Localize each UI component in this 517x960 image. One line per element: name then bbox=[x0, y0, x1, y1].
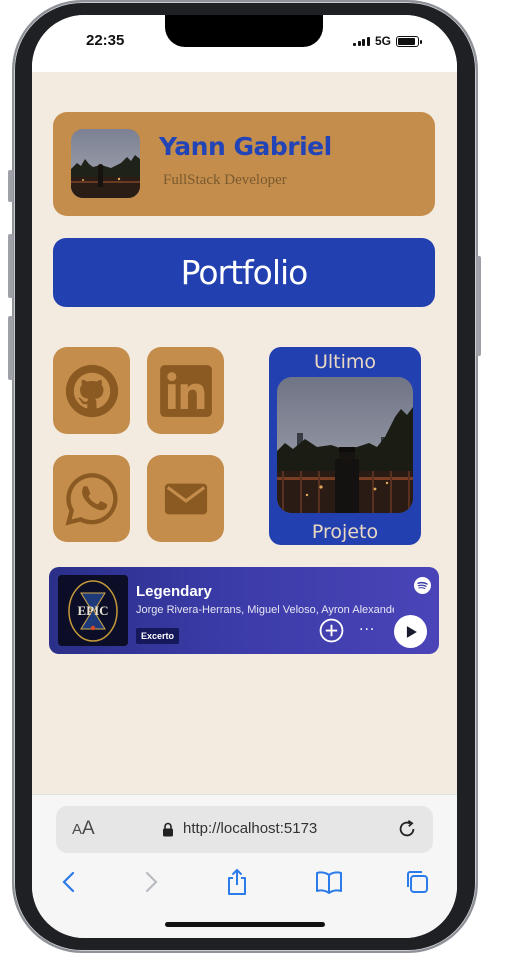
track-title[interactable]: Legendary bbox=[136, 583, 212, 600]
last-project-card[interactable]: Ultimo Projeto bbox=[269, 347, 421, 545]
album-cover: EPIC bbox=[58, 575, 128, 646]
svg-text:EPIC: EPIC bbox=[77, 603, 108, 618]
browser-chrome: AA http://localhost:5173 bbox=[32, 794, 457, 938]
url-text[interactable]: http://localhost:5173 bbox=[183, 820, 317, 837]
battery-icon bbox=[396, 35, 422, 47]
book-icon bbox=[316, 871, 342, 894]
track-artists[interactable]: Jorge Rivera-Herrans, Miguel Veloso, Ayr… bbox=[136, 604, 394, 616]
email-button[interactable] bbox=[147, 455, 224, 542]
reload-icon[interactable] bbox=[396, 818, 418, 840]
play-icon bbox=[406, 625, 417, 638]
avatar bbox=[71, 129, 140, 198]
linkedin-button[interactable] bbox=[147, 347, 224, 434]
back-button[interactable] bbox=[55, 868, 83, 896]
status-icons: 5G bbox=[353, 34, 422, 48]
share-button[interactable] bbox=[223, 868, 251, 896]
excerpt-badge: Excerto bbox=[136, 628, 180, 644]
more-options-icon[interactable]: ··· bbox=[359, 622, 375, 638]
mail-icon bbox=[164, 483, 207, 514]
page-content: Yann Gabriel FullStack Developer Portfol… bbox=[32, 72, 457, 794]
clock: 22:35 bbox=[86, 32, 125, 49]
whatsapp-button[interactable] bbox=[53, 455, 130, 542]
github-button[interactable] bbox=[53, 347, 130, 434]
chevron-left-icon bbox=[62, 871, 75, 893]
notch bbox=[165, 15, 323, 47]
address-bar[interactable]: AA http://localhost:5173 bbox=[56, 806, 433, 853]
profile-role: FullStack Developer bbox=[163, 172, 287, 188]
forward-button[interactable] bbox=[137, 868, 165, 896]
bookmarks-button[interactable] bbox=[315, 868, 343, 896]
power-button bbox=[476, 256, 481, 356]
last-project-bottom-label: Projeto bbox=[311, 521, 379, 543]
tabs-icon bbox=[407, 871, 428, 893]
home-indicator bbox=[165, 922, 325, 927]
add-to-library-icon[interactable] bbox=[319, 618, 344, 643]
portfolio-button[interactable]: Portfolio bbox=[53, 238, 435, 307]
phone-screen: 22:35 5G Yann Gabriel FullStack Develope… bbox=[32, 15, 457, 938]
profile-card: Yann Gabriel FullStack Developer bbox=[53, 112, 435, 216]
volume-up-button bbox=[8, 234, 13, 298]
lock-icon bbox=[163, 822, 173, 837]
network-label: 5G bbox=[374, 34, 391, 48]
share-icon bbox=[228, 868, 246, 895]
status-bar: 22:35 5G bbox=[32, 15, 457, 72]
last-project-top-label: Ultimo bbox=[313, 351, 377, 373]
spotify-icon[interactable] bbox=[414, 577, 431, 594]
linkedin-icon bbox=[159, 364, 212, 417]
chevron-right-icon bbox=[145, 871, 158, 893]
github-icon bbox=[65, 364, 118, 417]
play-button[interactable] bbox=[394, 615, 427, 648]
battery-level bbox=[398, 37, 416, 45]
mute-switch bbox=[8, 170, 13, 202]
whatsapp-icon bbox=[65, 472, 117, 525]
signal-icon bbox=[353, 36, 370, 46]
text-size-button[interactable]: AA bbox=[72, 818, 95, 840]
last-project-image bbox=[277, 377, 413, 513]
volume-down-button bbox=[8, 316, 13, 380]
tabs-button[interactable] bbox=[403, 868, 431, 896]
profile-name: Yann Gabriel bbox=[159, 132, 332, 161]
spotify-embed[interactable]: EPIC Legendary Jorge Rivera-Herrans, Mig… bbox=[49, 567, 439, 654]
